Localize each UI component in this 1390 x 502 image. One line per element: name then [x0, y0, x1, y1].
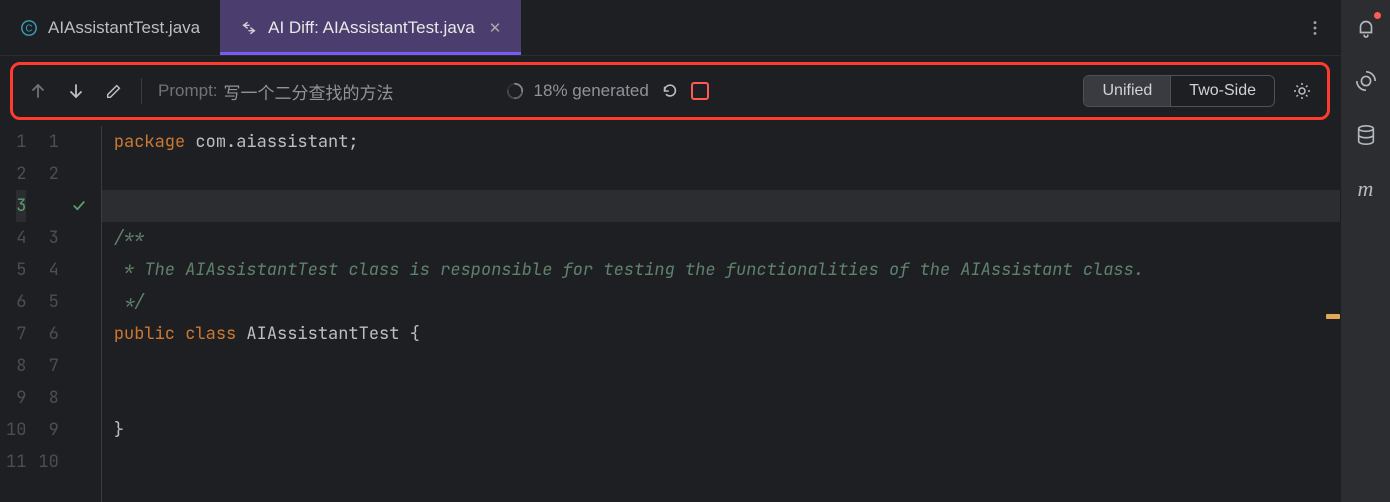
- gutter-marks: [65, 126, 93, 502]
- arrow-down-icon[interactable]: [65, 80, 87, 102]
- code-line: [114, 350, 1340, 382]
- code-line: /**: [114, 222, 1340, 254]
- tool-window-bar: m: [1340, 0, 1390, 502]
- ai-diff-toolbar-highlight: Prompt: 写一个二分查找的方法 18% generated Unified…: [10, 62, 1330, 120]
- code-content[interactable]: package com.aiassistant; /** * The AIAss…: [101, 126, 1340, 502]
- tab-label: AI Diff: AIAssistantTest.java: [268, 18, 475, 38]
- code-editor[interactable]: 1 2 3 4 5 6 7 8 9 10 11 1 2 3 4 5 6 7: [0, 126, 1340, 502]
- code-line: package com.aiassistant;: [114, 126, 1340, 158]
- main-area: C AIAssistantTest.java AI Diff: AIAssist…: [0, 0, 1340, 502]
- edit-icon[interactable]: [103, 80, 125, 102]
- diff-view-toggle: Unified Two-Side: [1083, 75, 1275, 107]
- tab-bar: C AIAssistantTest.java AI Diff: AIAssist…: [0, 0, 1340, 56]
- code-line: public class AIAssistantTest {: [114, 318, 1340, 350]
- warning-marker[interactable]: [1326, 314, 1340, 319]
- spinner-icon: [506, 82, 524, 100]
- view-two-side-button[interactable]: Two-Side: [1170, 76, 1274, 106]
- progress-text: 18% generated: [534, 81, 649, 101]
- code-line: [114, 446, 1340, 478]
- ai-assistant-icon[interactable]: [1353, 68, 1379, 94]
- check-icon: [65, 190, 93, 222]
- tab-label: AIAssistantTest.java: [48, 18, 200, 38]
- tab-diff[interactable]: AI Diff: AIAssistantTest.java ✕: [220, 0, 521, 55]
- prompt-display: Prompt: 写一个二分查找的方法: [158, 79, 394, 104]
- prompt-label: Prompt:: [158, 81, 218, 101]
- class-icon: C: [20, 19, 38, 37]
- more-menu-icon[interactable]: [1290, 0, 1340, 55]
- arrow-up-icon[interactable]: [27, 80, 49, 102]
- gutter-right: 1 2 3 4 5 6 7 8 9 10: [32, 126, 64, 502]
- svg-text:C: C: [25, 23, 32, 34]
- prompt-value: 写一个二分查找的方法: [224, 79, 394, 104]
- diff-icon: [240, 19, 258, 37]
- generation-progress: 18% generated: [506, 80, 709, 102]
- gear-icon[interactable]: [1291, 80, 1313, 102]
- stop-icon[interactable]: [691, 82, 709, 100]
- code-line: [114, 382, 1340, 414]
- gutter: 1 2 3 4 5 6 7 8 9 10 11 1 2 3 4 5 6 7: [0, 126, 101, 502]
- code-line: }: [114, 414, 1340, 446]
- tab-file[interactable]: C AIAssistantTest.java: [0, 0, 220, 55]
- refresh-icon[interactable]: [659, 80, 681, 102]
- database-icon[interactable]: [1353, 122, 1379, 148]
- close-icon[interactable]: ✕: [489, 19, 502, 37]
- code-line-current: [102, 190, 1340, 222]
- gutter-left: 1 2 3 4 5 6 7 8 9 10 11: [0, 126, 32, 502]
- maven-icon[interactable]: m: [1353, 176, 1379, 202]
- code-line: * The AIAssistantTest class is responsib…: [114, 254, 1340, 286]
- code-line: */: [114, 286, 1340, 318]
- view-unified-button[interactable]: Unified: [1084, 76, 1170, 106]
- code-line: [114, 158, 1340, 190]
- bell-icon[interactable]: [1353, 14, 1379, 40]
- ai-diff-toolbar: Prompt: 写一个二分查找的方法 18% generated Unified…: [19, 71, 1321, 111]
- divider: [141, 78, 142, 104]
